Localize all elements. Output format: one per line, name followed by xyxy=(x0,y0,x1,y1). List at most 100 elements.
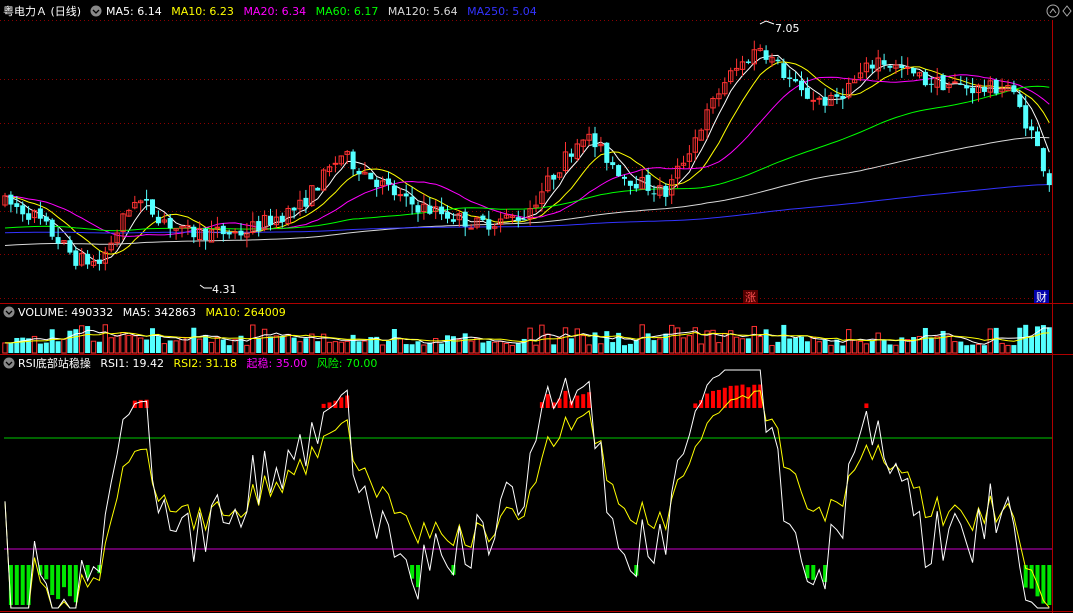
candle-body xyxy=(427,205,433,214)
candle-body xyxy=(816,97,822,100)
candle-body xyxy=(397,194,404,197)
candle-body xyxy=(26,213,32,220)
volume-bar xyxy=(799,336,804,353)
volume-bar xyxy=(445,335,450,353)
candle-body xyxy=(905,66,911,69)
high-price-label: 7.05 xyxy=(775,22,800,35)
volume-label: VOLUME: 490332 xyxy=(18,306,113,319)
volume-bar xyxy=(970,344,976,353)
volume-bar xyxy=(610,342,616,353)
candle-body xyxy=(793,79,799,82)
stock-chart[interactable]: 7.05 4.31 涨 财 粤电力Ａ (日线) MA5: 6.14 MA10: … xyxy=(0,0,1073,613)
candle-body xyxy=(964,85,970,89)
candle-body xyxy=(368,172,374,180)
volume-bar xyxy=(67,330,73,353)
volume-bar xyxy=(911,337,917,353)
cai-marker[interactable]: 财 xyxy=(1034,290,1049,304)
candle-body xyxy=(881,60,887,65)
candle-body xyxy=(840,95,846,99)
candle-body xyxy=(592,133,598,148)
rsi-dropdown-icon[interactable] xyxy=(3,357,15,369)
dropdown-icon[interactable] xyxy=(90,5,102,17)
candle-body xyxy=(462,211,468,227)
candle-body xyxy=(20,205,26,215)
zhang-marker[interactable]: 涨 xyxy=(743,290,758,304)
candle-body xyxy=(415,205,421,213)
volume-bar xyxy=(291,337,297,353)
volume-bar xyxy=(203,334,209,353)
volume-bar xyxy=(981,345,987,353)
volume-bar xyxy=(350,334,356,353)
ma10-label: MA10: 6.23 xyxy=(171,5,234,18)
volume-bar xyxy=(96,341,102,353)
volume-bar xyxy=(745,338,751,353)
candle-body xyxy=(787,77,793,79)
volume-bar xyxy=(462,333,468,353)
volume-dropdown-icon[interactable] xyxy=(3,306,15,318)
volume-bar xyxy=(155,336,161,353)
stable-label: 起稳: 35.00 xyxy=(247,356,308,370)
candle-body xyxy=(144,198,150,201)
volume-bar xyxy=(315,341,321,353)
candle-body xyxy=(1040,148,1046,172)
volume-bar xyxy=(775,341,781,353)
candle-body xyxy=(1011,85,1017,93)
candle-body xyxy=(1029,126,1035,131)
candle-body xyxy=(781,63,787,79)
stock-title: 粤电力Ａ (日线) xyxy=(3,4,81,18)
candle-body xyxy=(203,228,209,241)
candle-body xyxy=(256,221,262,231)
candle-body xyxy=(315,187,321,191)
volume-bar xyxy=(191,327,197,353)
candle-body xyxy=(633,183,639,189)
stock-name: 粤电力Ａ xyxy=(3,4,47,18)
candle-body xyxy=(350,151,356,170)
candle-body xyxy=(67,240,73,253)
volume-header: VOLUME: 490332 MA5: 342863 MA10: 264009 xyxy=(3,306,286,319)
rsi-buy-bar xyxy=(20,565,25,605)
candle-body xyxy=(610,162,616,166)
candle-body xyxy=(515,217,521,221)
ma-legend: MA5: 6.14 MA10: 6.23 MA20: 6.34 MA60: 6.… xyxy=(106,5,537,18)
candle-body xyxy=(268,215,273,226)
volume-bar xyxy=(787,338,793,353)
candle-body xyxy=(899,65,905,69)
rsi-sell-bar xyxy=(864,403,869,408)
volume-bar xyxy=(1029,336,1035,353)
rsi-sell-bar xyxy=(581,394,586,408)
volume-bar xyxy=(551,344,557,353)
volume-bar xyxy=(804,341,810,353)
candle-body xyxy=(1035,131,1040,147)
candle-body xyxy=(822,96,828,106)
ma120-label: MA120: 5.64 xyxy=(388,5,458,18)
rsi-sell-bar xyxy=(728,385,733,408)
volume-bar xyxy=(167,340,173,353)
rsi-buy-bar xyxy=(1047,565,1052,605)
candle-body xyxy=(958,83,964,85)
volume-bar xyxy=(150,328,155,353)
candle-body xyxy=(356,170,362,175)
volume-bar xyxy=(881,339,887,353)
rsi-sell-bar xyxy=(705,393,710,408)
candle-body xyxy=(238,230,244,236)
candle-body xyxy=(291,207,297,211)
candle-body xyxy=(386,178,391,185)
volume-bar xyxy=(37,343,43,353)
candle-body xyxy=(616,165,622,177)
ma250-label: MA250: 5.04 xyxy=(467,5,537,18)
candle-body xyxy=(150,199,155,215)
volume-ma5-label: MA5: 342863 xyxy=(123,306,196,319)
volume-bar xyxy=(43,342,49,353)
candle-body xyxy=(155,216,161,224)
volume-ma10-label: MA10: 264009 xyxy=(205,306,285,319)
rsi-sell-bar xyxy=(716,389,721,408)
volume-bar xyxy=(1011,345,1017,353)
candle-body xyxy=(663,185,669,197)
candle-body xyxy=(214,226,221,229)
candle-body xyxy=(439,206,445,215)
candle-body xyxy=(551,174,557,180)
volume-bar xyxy=(627,343,633,353)
volume-bar xyxy=(20,337,26,353)
rsi-sell-bar xyxy=(693,403,698,408)
candle-body xyxy=(521,219,527,221)
